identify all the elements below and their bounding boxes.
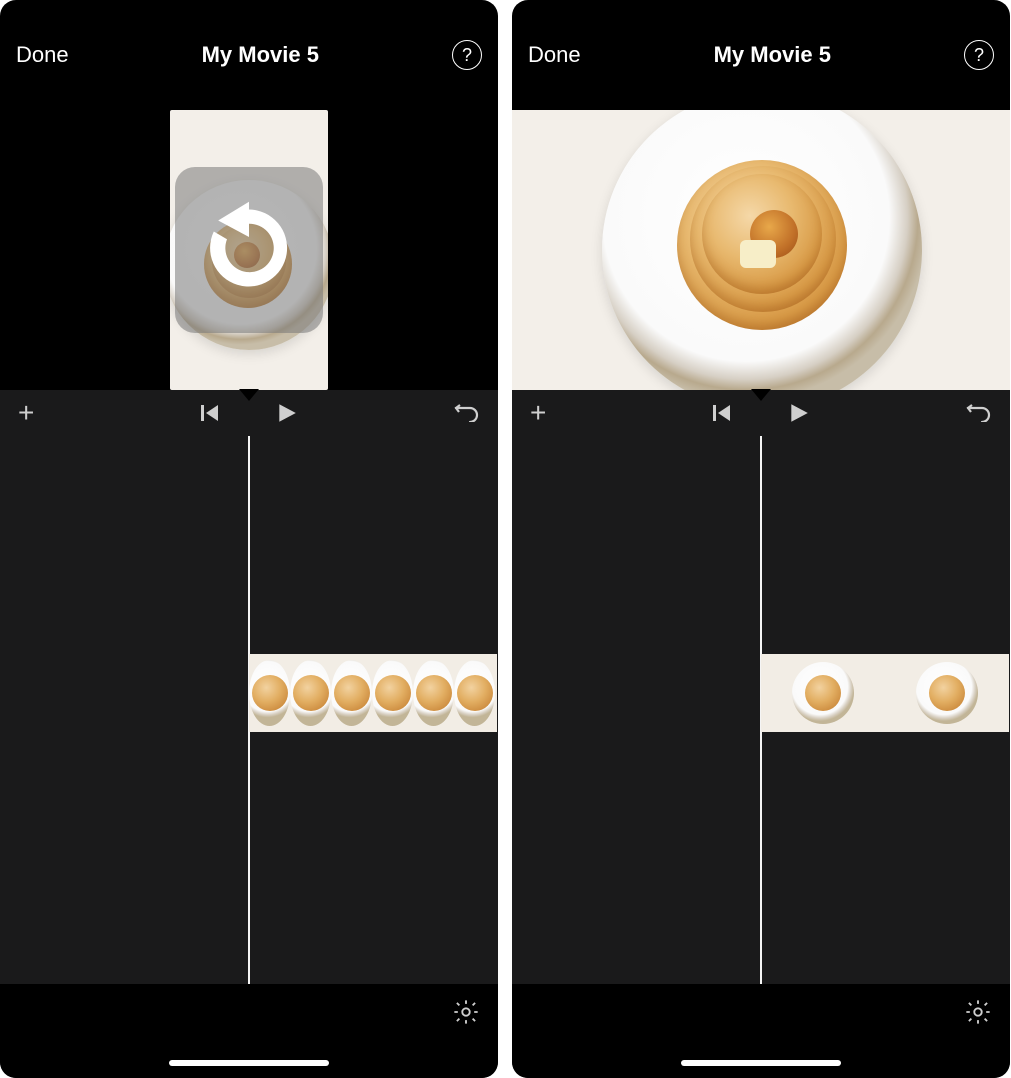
clip-thumbnail bbox=[454, 654, 495, 732]
undo-button[interactable] bbox=[966, 400, 992, 427]
play-button[interactable] bbox=[276, 402, 298, 424]
phone-left: Done My Movie 5 ? + bbox=[0, 0, 498, 1078]
playback-controls: + bbox=[0, 390, 498, 436]
done-button[interactable]: Done bbox=[528, 42, 581, 68]
timeline[interactable] bbox=[0, 436, 498, 984]
video-clip[interactable] bbox=[761, 654, 1009, 732]
bottom-bar bbox=[512, 984, 1010, 1078]
clip-thumbnail bbox=[885, 654, 1009, 732]
topbar: Done My Movie 5 ? bbox=[512, 0, 1010, 110]
clip-thumbnail bbox=[331, 654, 372, 732]
play-button[interactable] bbox=[788, 402, 810, 424]
timeline[interactable] bbox=[512, 436, 1010, 984]
video-preview[interactable] bbox=[512, 110, 1010, 390]
clip-thumbnail bbox=[290, 654, 331, 732]
playback-controls: + bbox=[512, 390, 1010, 436]
playhead-notch bbox=[239, 389, 259, 401]
rotate-indicator-overlay bbox=[175, 167, 323, 333]
playhead-notch bbox=[751, 389, 771, 401]
settings-button[interactable] bbox=[452, 998, 480, 1026]
project-title: My Movie 5 bbox=[581, 42, 964, 68]
skip-to-start-button[interactable] bbox=[712, 403, 732, 423]
help-button[interactable]: ? bbox=[964, 40, 994, 70]
done-button[interactable]: Done bbox=[16, 42, 69, 68]
home-indicator[interactable] bbox=[169, 1060, 329, 1066]
preview-canvas-landscape bbox=[512, 110, 1010, 390]
phone-right: Done My Movie 5 ? + bbox=[512, 0, 1010, 1078]
topbar: Done My Movie 5 ? bbox=[0, 0, 498, 110]
bottom-bar bbox=[0, 984, 498, 1078]
settings-button[interactable] bbox=[964, 998, 992, 1026]
clip-thumbnail bbox=[413, 654, 454, 732]
video-clip[interactable] bbox=[249, 654, 497, 732]
preview-canvas-portrait bbox=[170, 110, 328, 390]
clip-thumbnail bbox=[372, 654, 413, 732]
add-media-button[interactable]: + bbox=[530, 397, 546, 429]
video-preview[interactable] bbox=[0, 110, 498, 390]
project-title: My Movie 5 bbox=[69, 42, 452, 68]
skip-to-start-button[interactable] bbox=[200, 403, 220, 423]
help-button[interactable]: ? bbox=[452, 40, 482, 70]
undo-button[interactable] bbox=[454, 400, 480, 427]
add-media-button[interactable]: + bbox=[18, 397, 34, 429]
home-indicator[interactable] bbox=[681, 1060, 841, 1066]
clip-thumbnail bbox=[761, 654, 885, 732]
plate-image bbox=[602, 110, 922, 390]
clip-thumbnail bbox=[249, 654, 290, 732]
rotate-ccw-icon bbox=[194, 193, 304, 308]
